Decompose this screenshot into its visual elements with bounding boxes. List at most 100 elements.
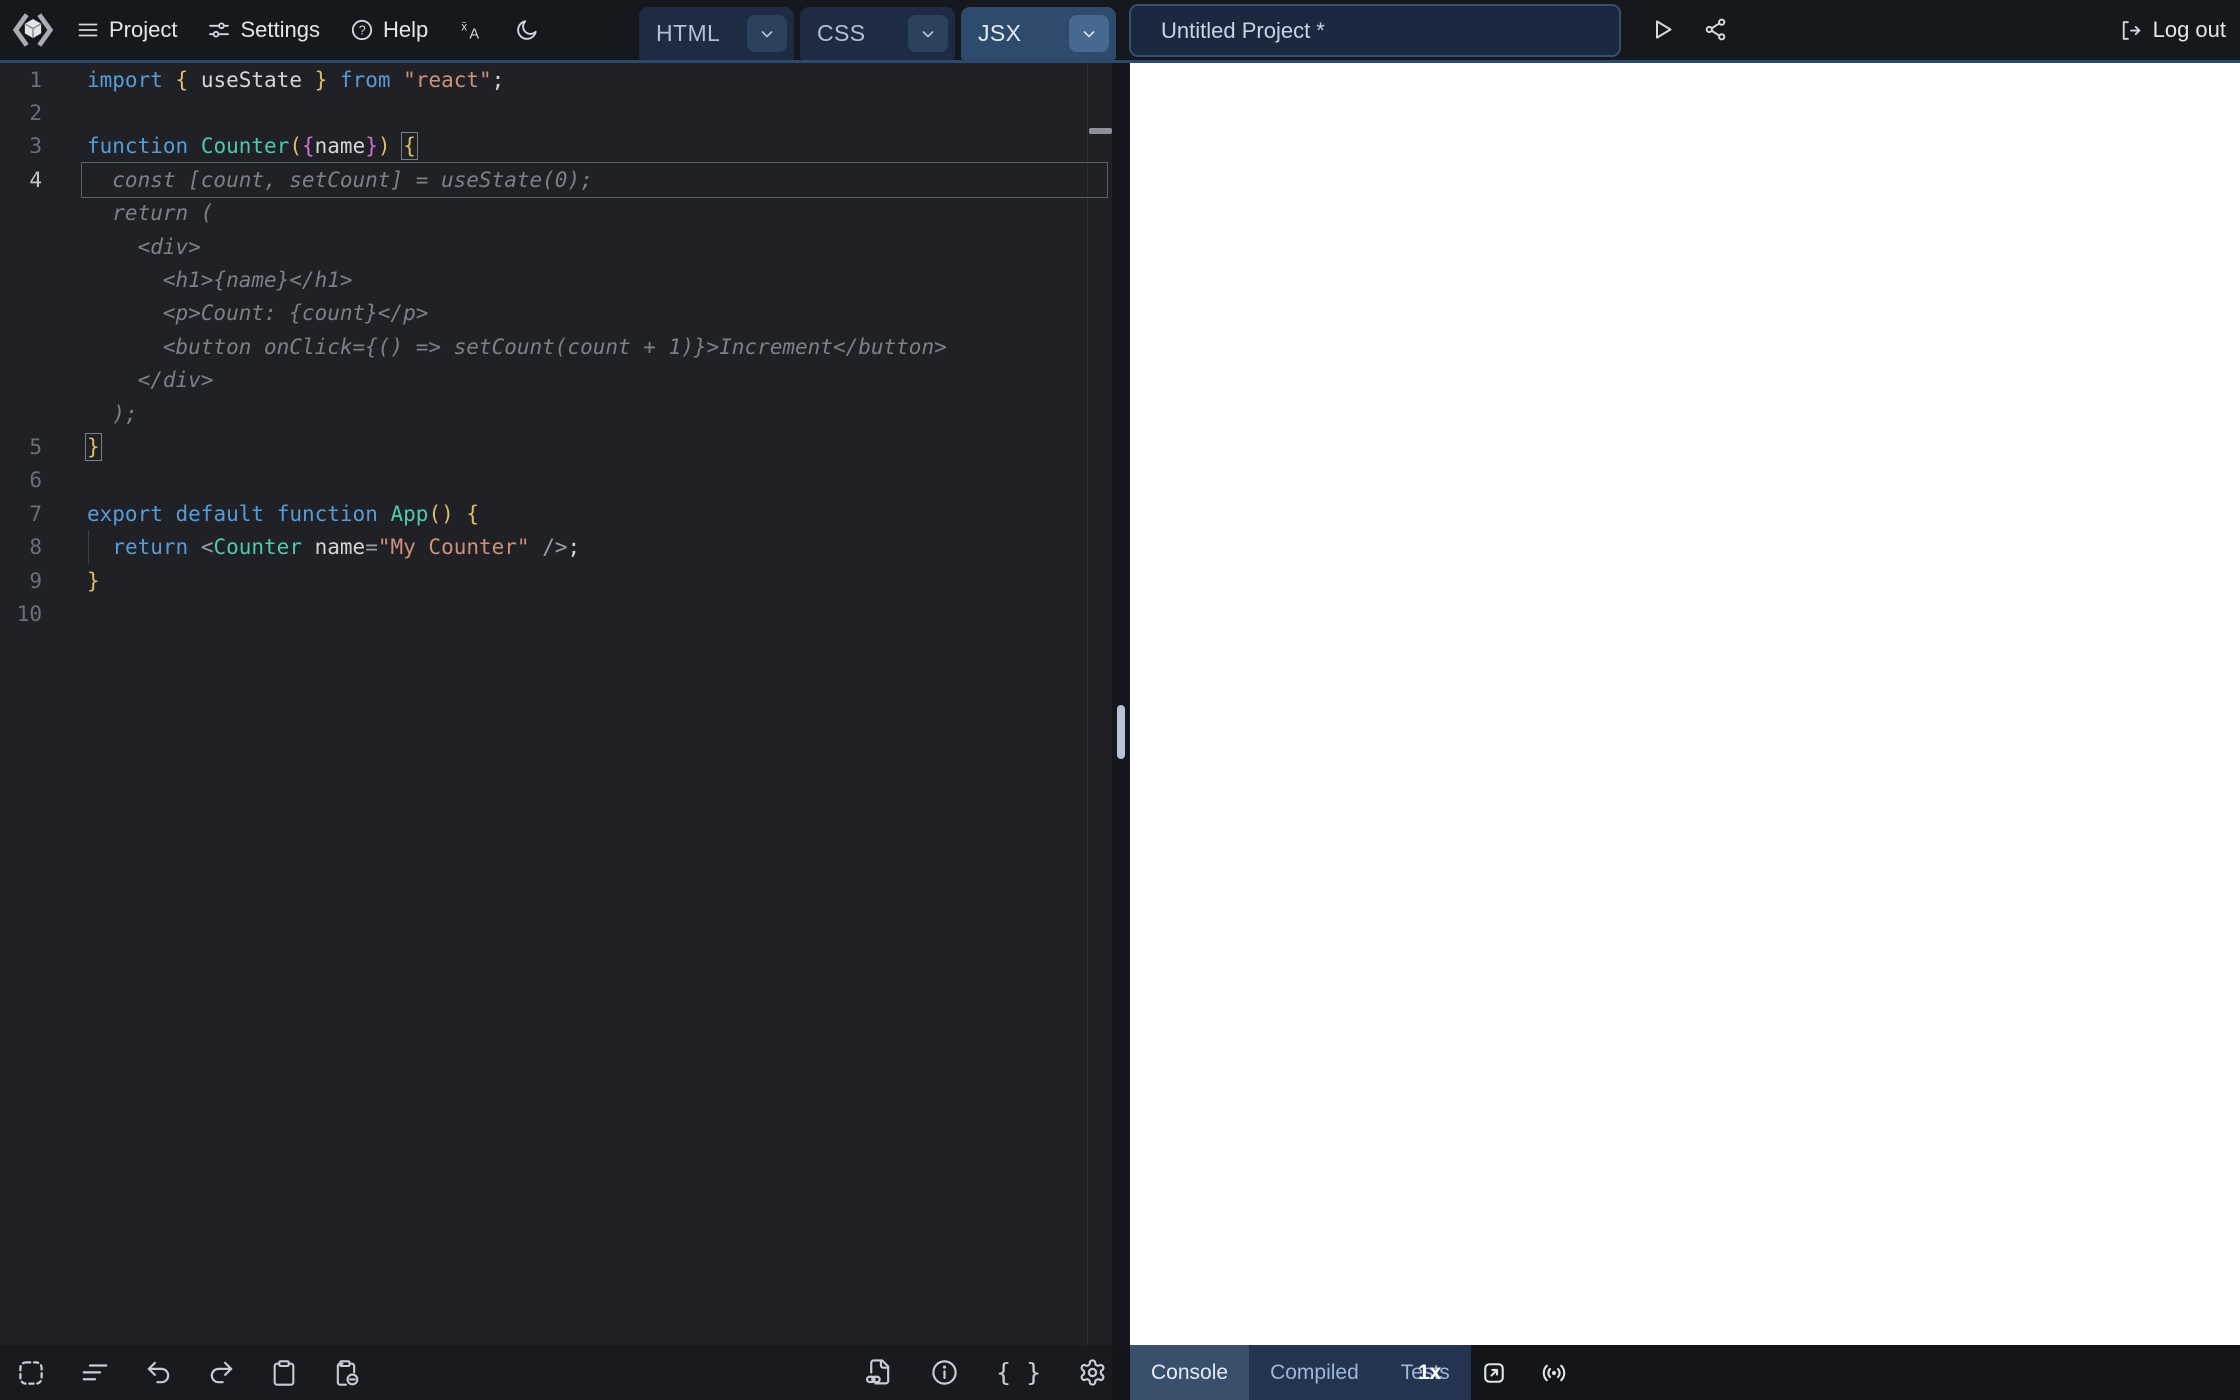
app-logo[interactable] (10, 7, 56, 53)
project-menu-label: Project (109, 17, 177, 43)
speed-label: 1x (1418, 1361, 1441, 1385)
line-number: 3 (0, 134, 42, 158)
tab-jsx-label: JSX (978, 20, 1021, 47)
code-line: <button onClick={() => setCount(count + … (0, 330, 1112, 363)
code-line: <div> (0, 230, 1112, 263)
preview-status-bar: Console Compiled Tests 1x (1112, 1345, 2240, 1400)
theme-toggle-button[interactable] (514, 18, 539, 43)
format-icon (80, 1358, 110, 1388)
line-number: 4 (0, 168, 42, 192)
copy-button[interactable] (270, 1359, 298, 1387)
external-window-icon (1480, 1359, 1508, 1387)
file-link-icon (864, 1358, 893, 1387)
code-line: ); (0, 397, 1112, 430)
moon-icon (514, 18, 539, 43)
tab-jsx[interactable]: JSX (961, 7, 1116, 60)
editor-settings-toolbar: { } (864, 1345, 1107, 1400)
tab-jsx-dropdown[interactable] (1069, 15, 1109, 52)
share-icon (1702, 16, 1729, 43)
tab-html-label: HTML (656, 20, 720, 47)
help-icon: ? (350, 18, 374, 42)
code-line: 9} (0, 564, 1112, 597)
line-number: 1 (0, 68, 42, 92)
info-icon (930, 1358, 959, 1387)
editor-settings-button[interactable] (1078, 1358, 1107, 1387)
clipboard-icon (270, 1359, 298, 1387)
tab-console-label: Console (1151, 1361, 1228, 1385)
project-name-input[interactable] (1129, 4, 1621, 57)
line-number: 8 (0, 535, 42, 559)
file-link-button[interactable] (864, 1358, 893, 1387)
settings-menu-label: Settings (240, 17, 320, 43)
braces-icon: { } (996, 1360, 1041, 1385)
select-all-button[interactable] (16, 1358, 46, 1388)
help-menu-button[interactable]: ? Help (350, 17, 428, 43)
code-area[interactable]: 1import { useState } from "react";23func… (0, 63, 1112, 631)
project-menu-button[interactable]: Project (76, 17, 177, 43)
tab-css[interactable]: CSS (800, 7, 955, 60)
playback-speed-button[interactable]: 1x (1418, 1345, 1441, 1400)
svg-text:?: ? (359, 23, 366, 37)
code-line: <h1>{name}</h1> (0, 263, 1112, 296)
translate-icon: x̄ A (458, 17, 484, 43)
translate-button[interactable]: x̄ A (458, 17, 484, 43)
line-number: 9 (0, 569, 42, 593)
code-line: 4 const [count, setCount] = useState(0); (0, 163, 1112, 196)
format-code-button[interactable] (80, 1358, 110, 1388)
undo-button[interactable] (144, 1358, 173, 1387)
broadcast-icon (1540, 1359, 1568, 1387)
code-line: return ( (0, 197, 1112, 230)
share-button[interactable] (1702, 16, 1729, 43)
editor-toolbar (16, 1345, 360, 1400)
line-number: 5 (0, 435, 42, 459)
sliders-icon (207, 18, 231, 42)
tab-compiled-label: Compiled (1270, 1361, 1359, 1385)
logout-button[interactable]: Log out (2118, 0, 2226, 60)
code-line: </div> (0, 364, 1112, 397)
cube-icon (25, 19, 41, 38)
hamburger-icon (76, 18, 100, 42)
play-icon (1648, 16, 1675, 43)
chevron-down-icon (757, 24, 777, 44)
pane-splitter[interactable] (1112, 63, 1130, 1345)
tab-html-dropdown[interactable] (747, 15, 787, 52)
code-line: 5} (0, 430, 1112, 463)
chevron-down-icon (1079, 24, 1099, 44)
code-line: <p>Count: {count}</p> (0, 297, 1112, 330)
redo-button[interactable] (207, 1358, 236, 1387)
preview-pane (1130, 63, 2240, 1345)
clipboard-remove-icon (332, 1359, 360, 1387)
code-line: 3function Counter({name}) { (0, 130, 1112, 163)
code-line: 8 return <Counter name="My Counter" />; (0, 530, 1112, 563)
line-number: 2 (0, 101, 42, 125)
overview-cursor-marker (1089, 128, 1112, 134)
code-editor[interactable]: 1import { useState } from "react";23func… (0, 63, 1112, 1345)
chevron-down-icon (918, 24, 938, 44)
undo-icon (144, 1358, 173, 1387)
settings-menu-button[interactable]: Settings (207, 17, 320, 43)
open-preview-window-button[interactable] (1480, 1359, 1508, 1387)
tab-css-dropdown[interactable] (908, 15, 948, 52)
line-number: 6 (0, 468, 42, 492)
selection-icon (16, 1358, 46, 1388)
code-line: 2 (0, 96, 1112, 129)
clear-clipboard-button[interactable] (332, 1359, 360, 1387)
file-tabs: HTML CSS JSX (639, 7, 1116, 60)
logout-icon (2118, 18, 2143, 43)
info-button[interactable] (930, 1358, 959, 1387)
help-menu-label: Help (383, 17, 428, 43)
line-number: 10 (0, 602, 42, 626)
splitter-handle[interactable] (1117, 705, 1125, 759)
code-line: 10 (0, 597, 1112, 630)
run-button[interactable] (1648, 16, 1675, 43)
live-reload-button[interactable] (1540, 1359, 1568, 1387)
top-bar: Project Settings ? Help (0, 0, 2240, 60)
line-number: 7 (0, 502, 42, 526)
svg-text:x̄: x̄ (461, 20, 467, 34)
redo-icon (207, 1358, 236, 1387)
snippets-button[interactable]: { } (996, 1360, 1041, 1385)
tab-compiled[interactable]: Compiled (1249, 1345, 1380, 1400)
tab-console[interactable]: Console (1130, 1345, 1249, 1400)
tab-html[interactable]: HTML (639, 7, 794, 60)
gear-icon (1078, 1358, 1107, 1387)
